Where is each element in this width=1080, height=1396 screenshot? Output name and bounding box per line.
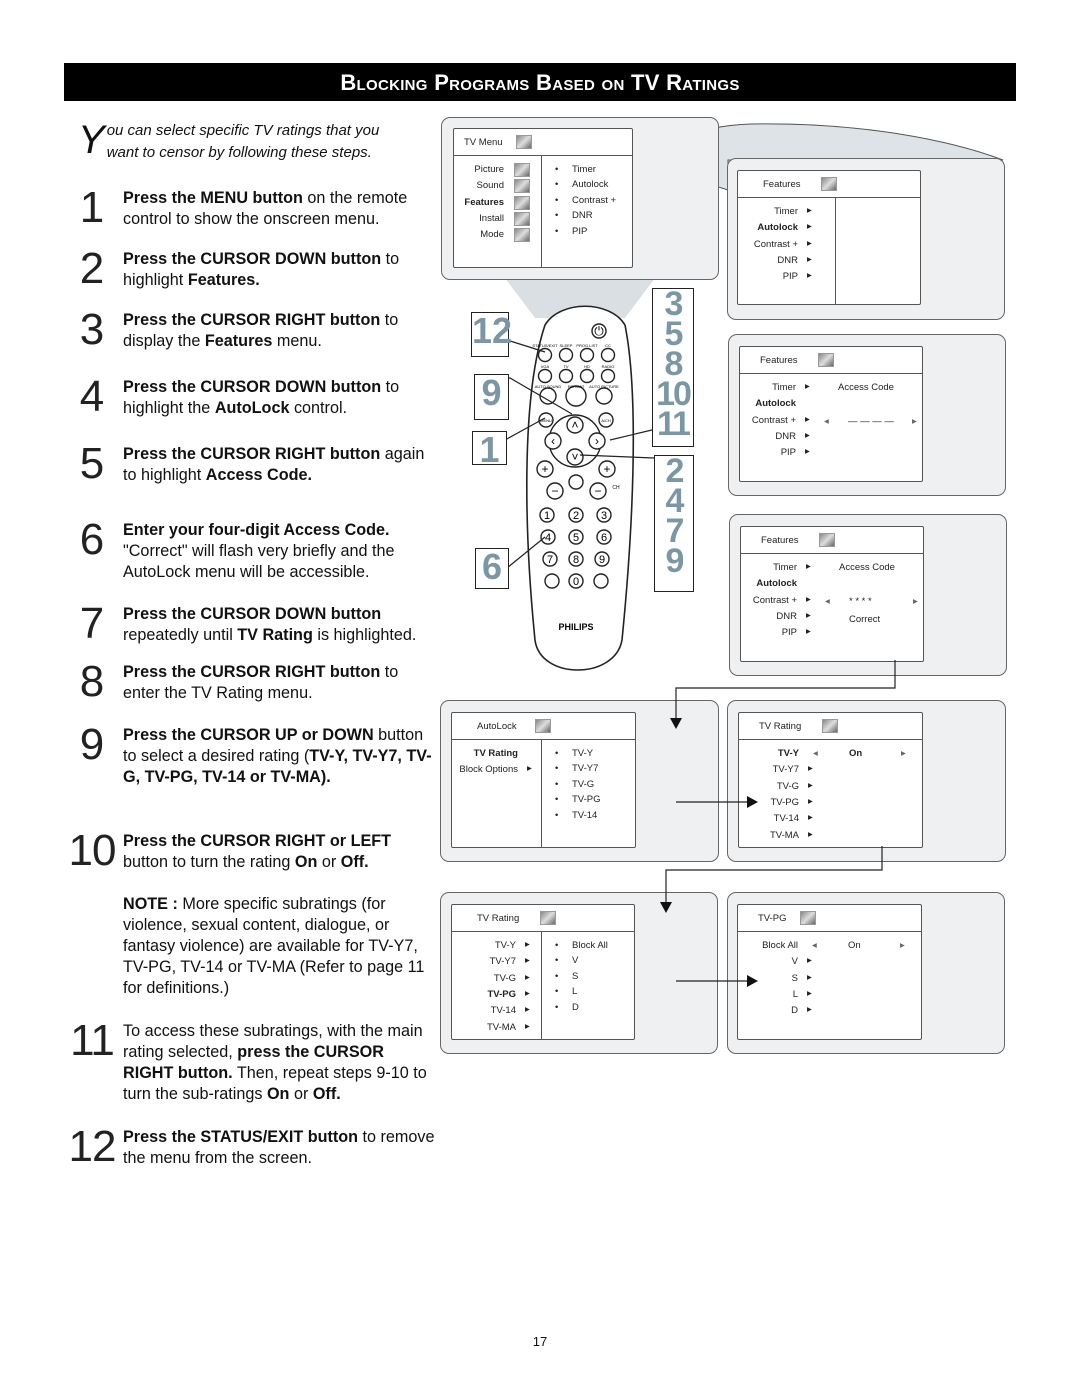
auto-picture-button[interactable] [595,387,613,405]
remote-button[interactable] [600,347,616,363]
remote-label: SLEEP [560,343,573,348]
remote-button[interactable] [558,347,574,363]
cursor-left-button-glyph: ‹ [551,434,555,448]
remote-button[interactable] [537,368,553,384]
remote-label: FORMAT [568,384,585,389]
button-label: 7 [547,554,553,566]
brand-logo: PHILIPS [558,622,593,632]
callout-step-numbers: 1 [472,431,507,468]
blank-button[interactable] [544,573,560,589]
callout-label: 3 5 8 10 11 [656,285,692,443]
remote-label: CH [612,485,620,491]
remote-button[interactable] [558,368,574,384]
cursor-up-button-glyph: ˄ [571,418,578,432]
callout-step-numbers: 12 [471,312,512,357]
remote-label: CC [605,343,611,348]
manual-page: Blocking Programs Based on TV Ratings Yo… [0,0,1080,1396]
format-button[interactable] [565,385,587,407]
remote-label: VGA [541,364,550,369]
callout-step-numbers: 9 [474,374,509,420]
button-label: 4 [545,532,551,544]
cursor-down-button-glyph: ˅ [571,450,578,464]
volume-down-button-glyph: − [551,484,558,498]
page-number: 17 [532,1334,548,1349]
button-label: 5 [573,532,579,544]
cursor-right-button-glyph: › [595,434,599,448]
flow-connectors [665,660,896,982]
channel-up-button-glyph: + [603,462,610,476]
callout-step-numbers: 6 [475,548,509,589]
remote-label: A/CH [601,418,611,423]
button-label: 2 [573,510,579,522]
channel-down-button-glyph: − [594,484,601,498]
remote-label: STATUS/EXIT [532,343,558,348]
remote-label: MENU [540,418,552,423]
callout-label: 2 4 7 9 [665,452,685,580]
volume-up-button-glyph: + [541,462,548,476]
remote-label: TV [563,364,568,369]
remote-label: AUTO PICTURE [589,384,619,389]
flow-arrows [660,718,758,987]
button-label: 6 [601,532,607,544]
remote-button[interactable] [579,368,595,384]
auto-sound-button[interactable] [539,387,557,405]
button-label: 8 [573,554,579,566]
callout-step-numbers: 2 4 7 9 [654,452,694,592]
remote-button[interactable] [600,368,616,384]
callout-step-numbers: 3 5 8 10 11 [652,285,694,447]
mute-button[interactable] [568,474,584,490]
remote-button[interactable] [579,347,595,363]
button-label: 0 [573,576,579,588]
remote-label: AUTO SOUND [535,384,562,389]
button-label: 3 [601,510,607,522]
button-label: 1 [544,510,550,522]
remote-label: HD [584,364,590,369]
power-button-glyph: ⏻ [594,324,604,338]
remote-label: PROG.LIST [576,343,598,348]
button-label: 9 [599,554,605,566]
remote-label: RADIO [602,364,615,369]
remote-control: ⏻ STATUS/EXIT SLEEP PROG.LIST CC VGA TV HD RADIO… [504,305,896,987]
blank-button[interactable] [593,573,609,589]
